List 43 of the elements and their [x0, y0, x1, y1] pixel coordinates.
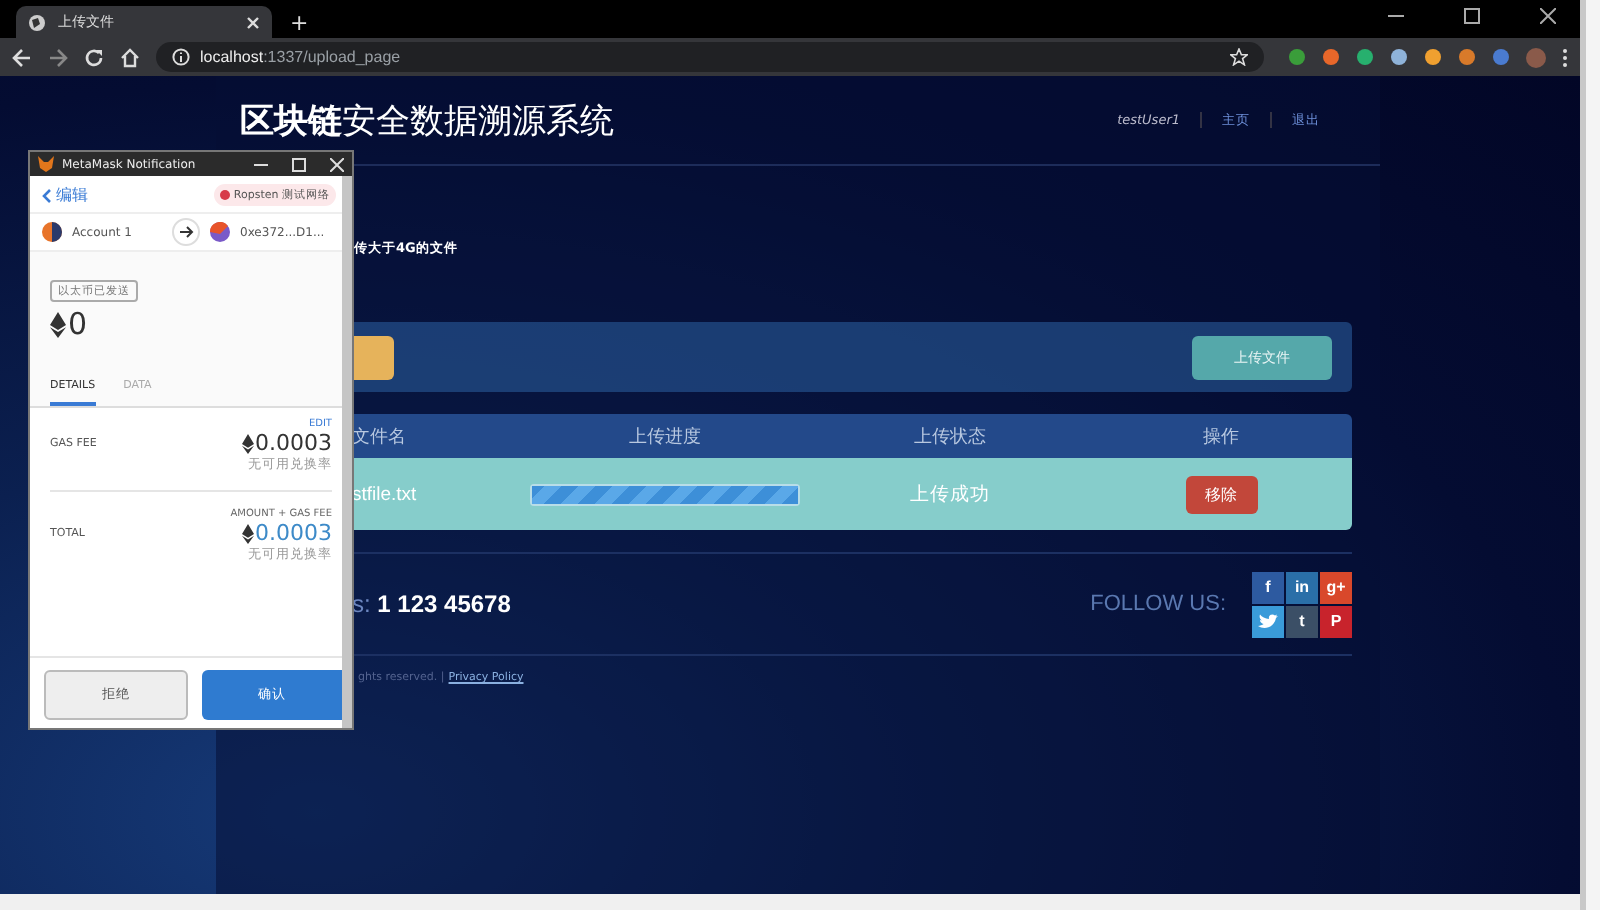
fox-icon [38, 156, 54, 172]
column-header: 操作 [1203, 427, 1239, 447]
fee-amount: 0.0003 [241, 520, 332, 546]
back-link[interactable]: 编辑 [42, 184, 88, 206]
ether-icon [50, 311, 66, 337]
social-link[interactable]: f [1252, 571, 1284, 603]
forward-arrow-icon[interactable] [48, 47, 68, 67]
social-link[interactable]: P [1320, 605, 1352, 637]
close-icon[interactable] [1540, 7, 1556, 23]
arrow-right-icon [172, 218, 200, 246]
social-link[interactable] [1252, 605, 1284, 637]
maximize-icon[interactable] [1464, 7, 1480, 23]
address-bar[interactable]: localhost:1337/upload_page [156, 42, 1264, 72]
fee-amount: 0.0003 [241, 430, 332, 456]
ether-icon [241, 523, 253, 543]
new-tab-button[interactable]: + [284, 10, 315, 38]
chevron-left-icon [42, 187, 52, 203]
plain-button[interactable] [354, 335, 394, 379]
column-header: 上传进度 [629, 427, 701, 447]
info-icon [172, 48, 190, 66]
remove-button[interactable]: 移除 [1185, 475, 1257, 513]
menu-icon[interactable] [1562, 47, 1568, 67]
upload-status: 上传成功 [908, 481, 992, 507]
back-arrow-icon[interactable] [12, 47, 32, 67]
status-dot-icon [219, 190, 230, 200]
bird-icon [1258, 613, 1278, 629]
home-icon[interactable] [120, 47, 140, 67]
amount-value: 0 [68, 306, 88, 342]
site-title: 区块链安全数据溯源系统 [240, 99, 616, 143]
account-avatar-icon [42, 222, 62, 242]
column-header: 文件名 [352, 427, 406, 447]
scrollbar[interactable] [342, 176, 352, 728]
reload-icon[interactable] [84, 47, 104, 67]
social-link[interactable]: g+ [1320, 571, 1352, 603]
column-header: 上传状态 [914, 427, 986, 447]
social-link[interactable]: t [1286, 605, 1318, 637]
file-name: stfile.txt [350, 483, 419, 505]
recipient-avatar-icon [210, 222, 230, 242]
globe-icon [28, 13, 46, 31]
star-icon[interactable] [1230, 48, 1248, 66]
ether-icon [241, 433, 253, 453]
social-link[interactable]: in [1286, 571, 1318, 603]
follow-label: FOLLOW US: [1090, 592, 1226, 616]
